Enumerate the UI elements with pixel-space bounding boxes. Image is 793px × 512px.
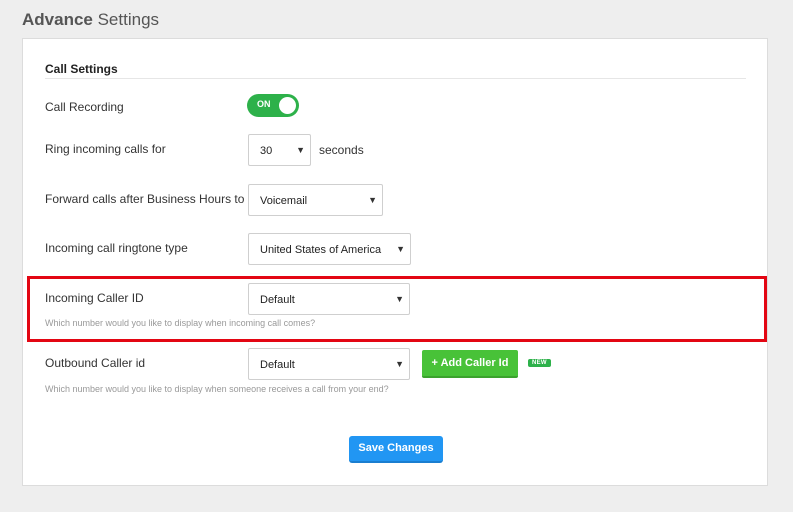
outbound-caller-id-value: Default xyxy=(260,359,295,371)
forward-calls-label: Forward calls after Business Hours to xyxy=(45,192,245,206)
outbound-caller-id-label: Outbound Caller id xyxy=(45,356,146,370)
outbound-caller-id-select[interactable]: Default ▼ xyxy=(248,348,410,380)
caret-down-icon: ▼ xyxy=(296,145,305,155)
ringtone-type-value: United States of America xyxy=(260,244,382,256)
forward-calls-value: Voicemail xyxy=(260,195,308,207)
save-changes-button[interactable]: Save Changes xyxy=(349,436,443,463)
call-recording-toggle[interactable]: ON xyxy=(247,94,299,117)
page-title-rest: Settings xyxy=(92,10,160,29)
section-divider xyxy=(45,78,746,79)
new-badge: NEW xyxy=(528,359,551,367)
incoming-caller-id-label: Incoming Caller ID xyxy=(45,291,144,305)
caret-down-icon: ▼ xyxy=(395,294,404,304)
page-title: Advance Settings xyxy=(22,10,159,30)
toggle-state-text: ON xyxy=(257,99,271,109)
ringtone-type-select[interactable]: United States of America ▼ xyxy=(248,233,411,265)
incoming-caller-id-select[interactable]: Default ▼ xyxy=(248,283,410,315)
ring-incoming-label: Ring incoming calls for xyxy=(45,142,166,156)
call-recording-label: Call Recording xyxy=(45,100,124,114)
add-caller-id-button[interactable]: + Add Caller Id xyxy=(422,350,518,378)
incoming-caller-id-hint: Which number would you like to display w… xyxy=(45,318,316,328)
incoming-caller-id-value: Default xyxy=(260,294,295,306)
forward-calls-select[interactable]: Voicemail ▼ xyxy=(248,184,383,216)
caret-down-icon: ▼ xyxy=(368,195,377,205)
toggle-knob xyxy=(279,97,296,114)
page-title-bold: Advance xyxy=(22,10,93,29)
caret-down-icon: ▼ xyxy=(395,359,404,369)
settings-card: Call Settings Call Recording ON Ring inc… xyxy=(22,38,768,486)
ringtone-type-label: Incoming call ringtone type xyxy=(45,241,188,255)
ring-duration-select[interactable]: 30 ▼ xyxy=(248,134,311,166)
ring-duration-unit: seconds xyxy=(319,143,364,157)
section-title: Call Settings xyxy=(45,62,118,76)
caret-down-icon: ▼ xyxy=(396,244,405,254)
ring-duration-value: 30 xyxy=(260,145,273,157)
outbound-caller-id-hint: Which number would you like to display w… xyxy=(45,384,389,394)
